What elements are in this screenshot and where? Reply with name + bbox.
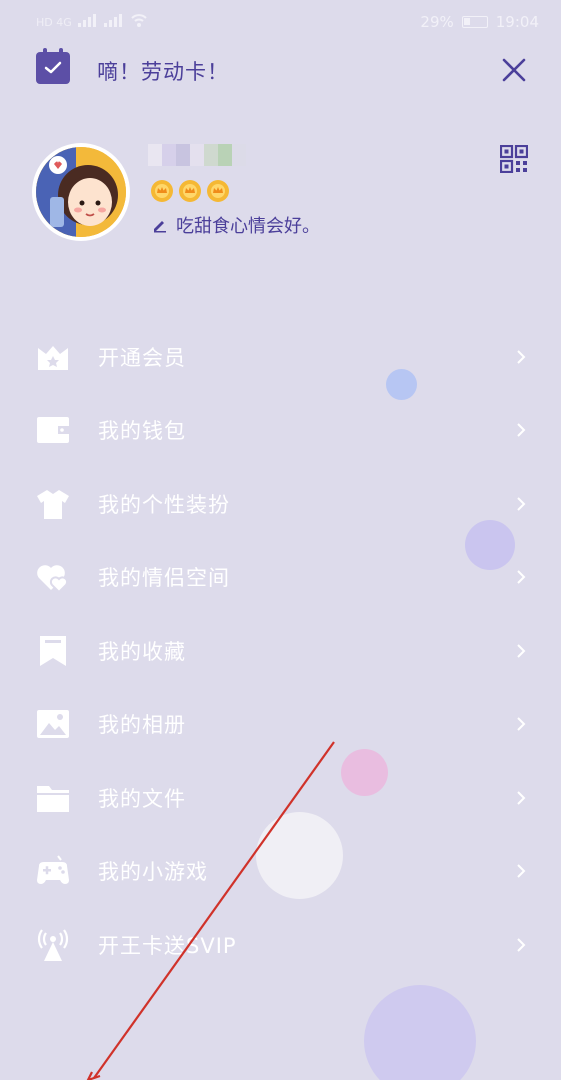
annotation-arrow [86,741,335,1080]
